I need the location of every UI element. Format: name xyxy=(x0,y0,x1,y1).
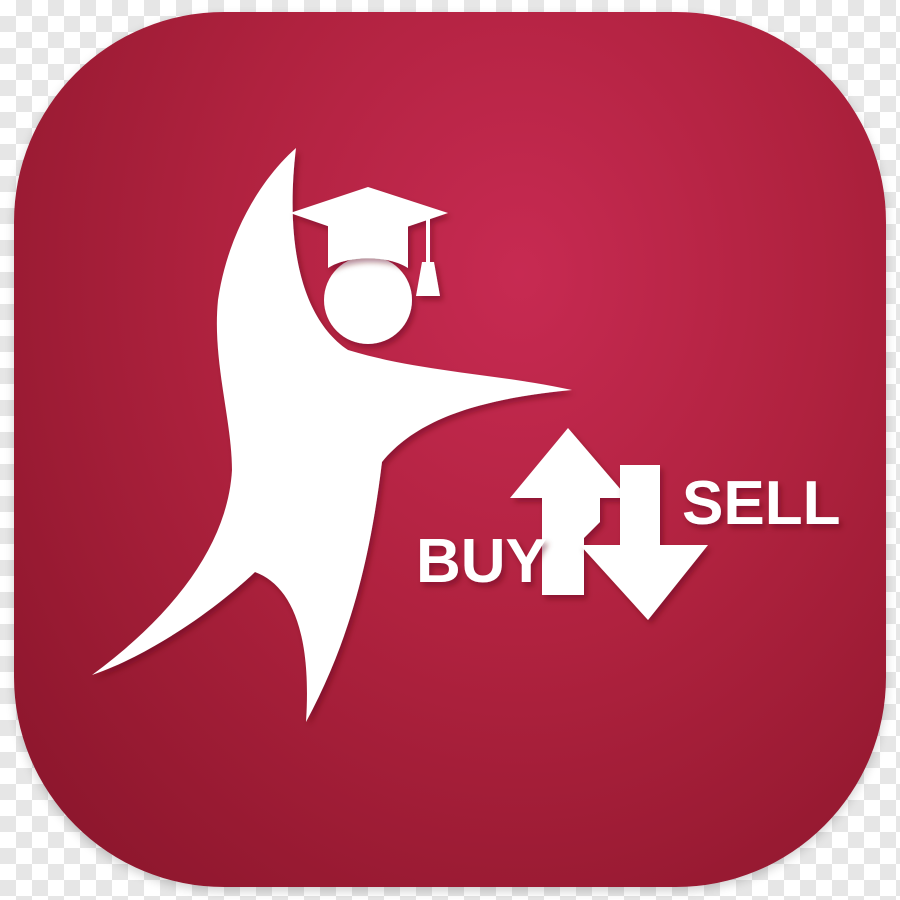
icon-artwork: BUY SELL xyxy=(92,148,840,722)
buy-label: BUY xyxy=(416,527,547,596)
sell-label: SELL xyxy=(682,469,840,538)
